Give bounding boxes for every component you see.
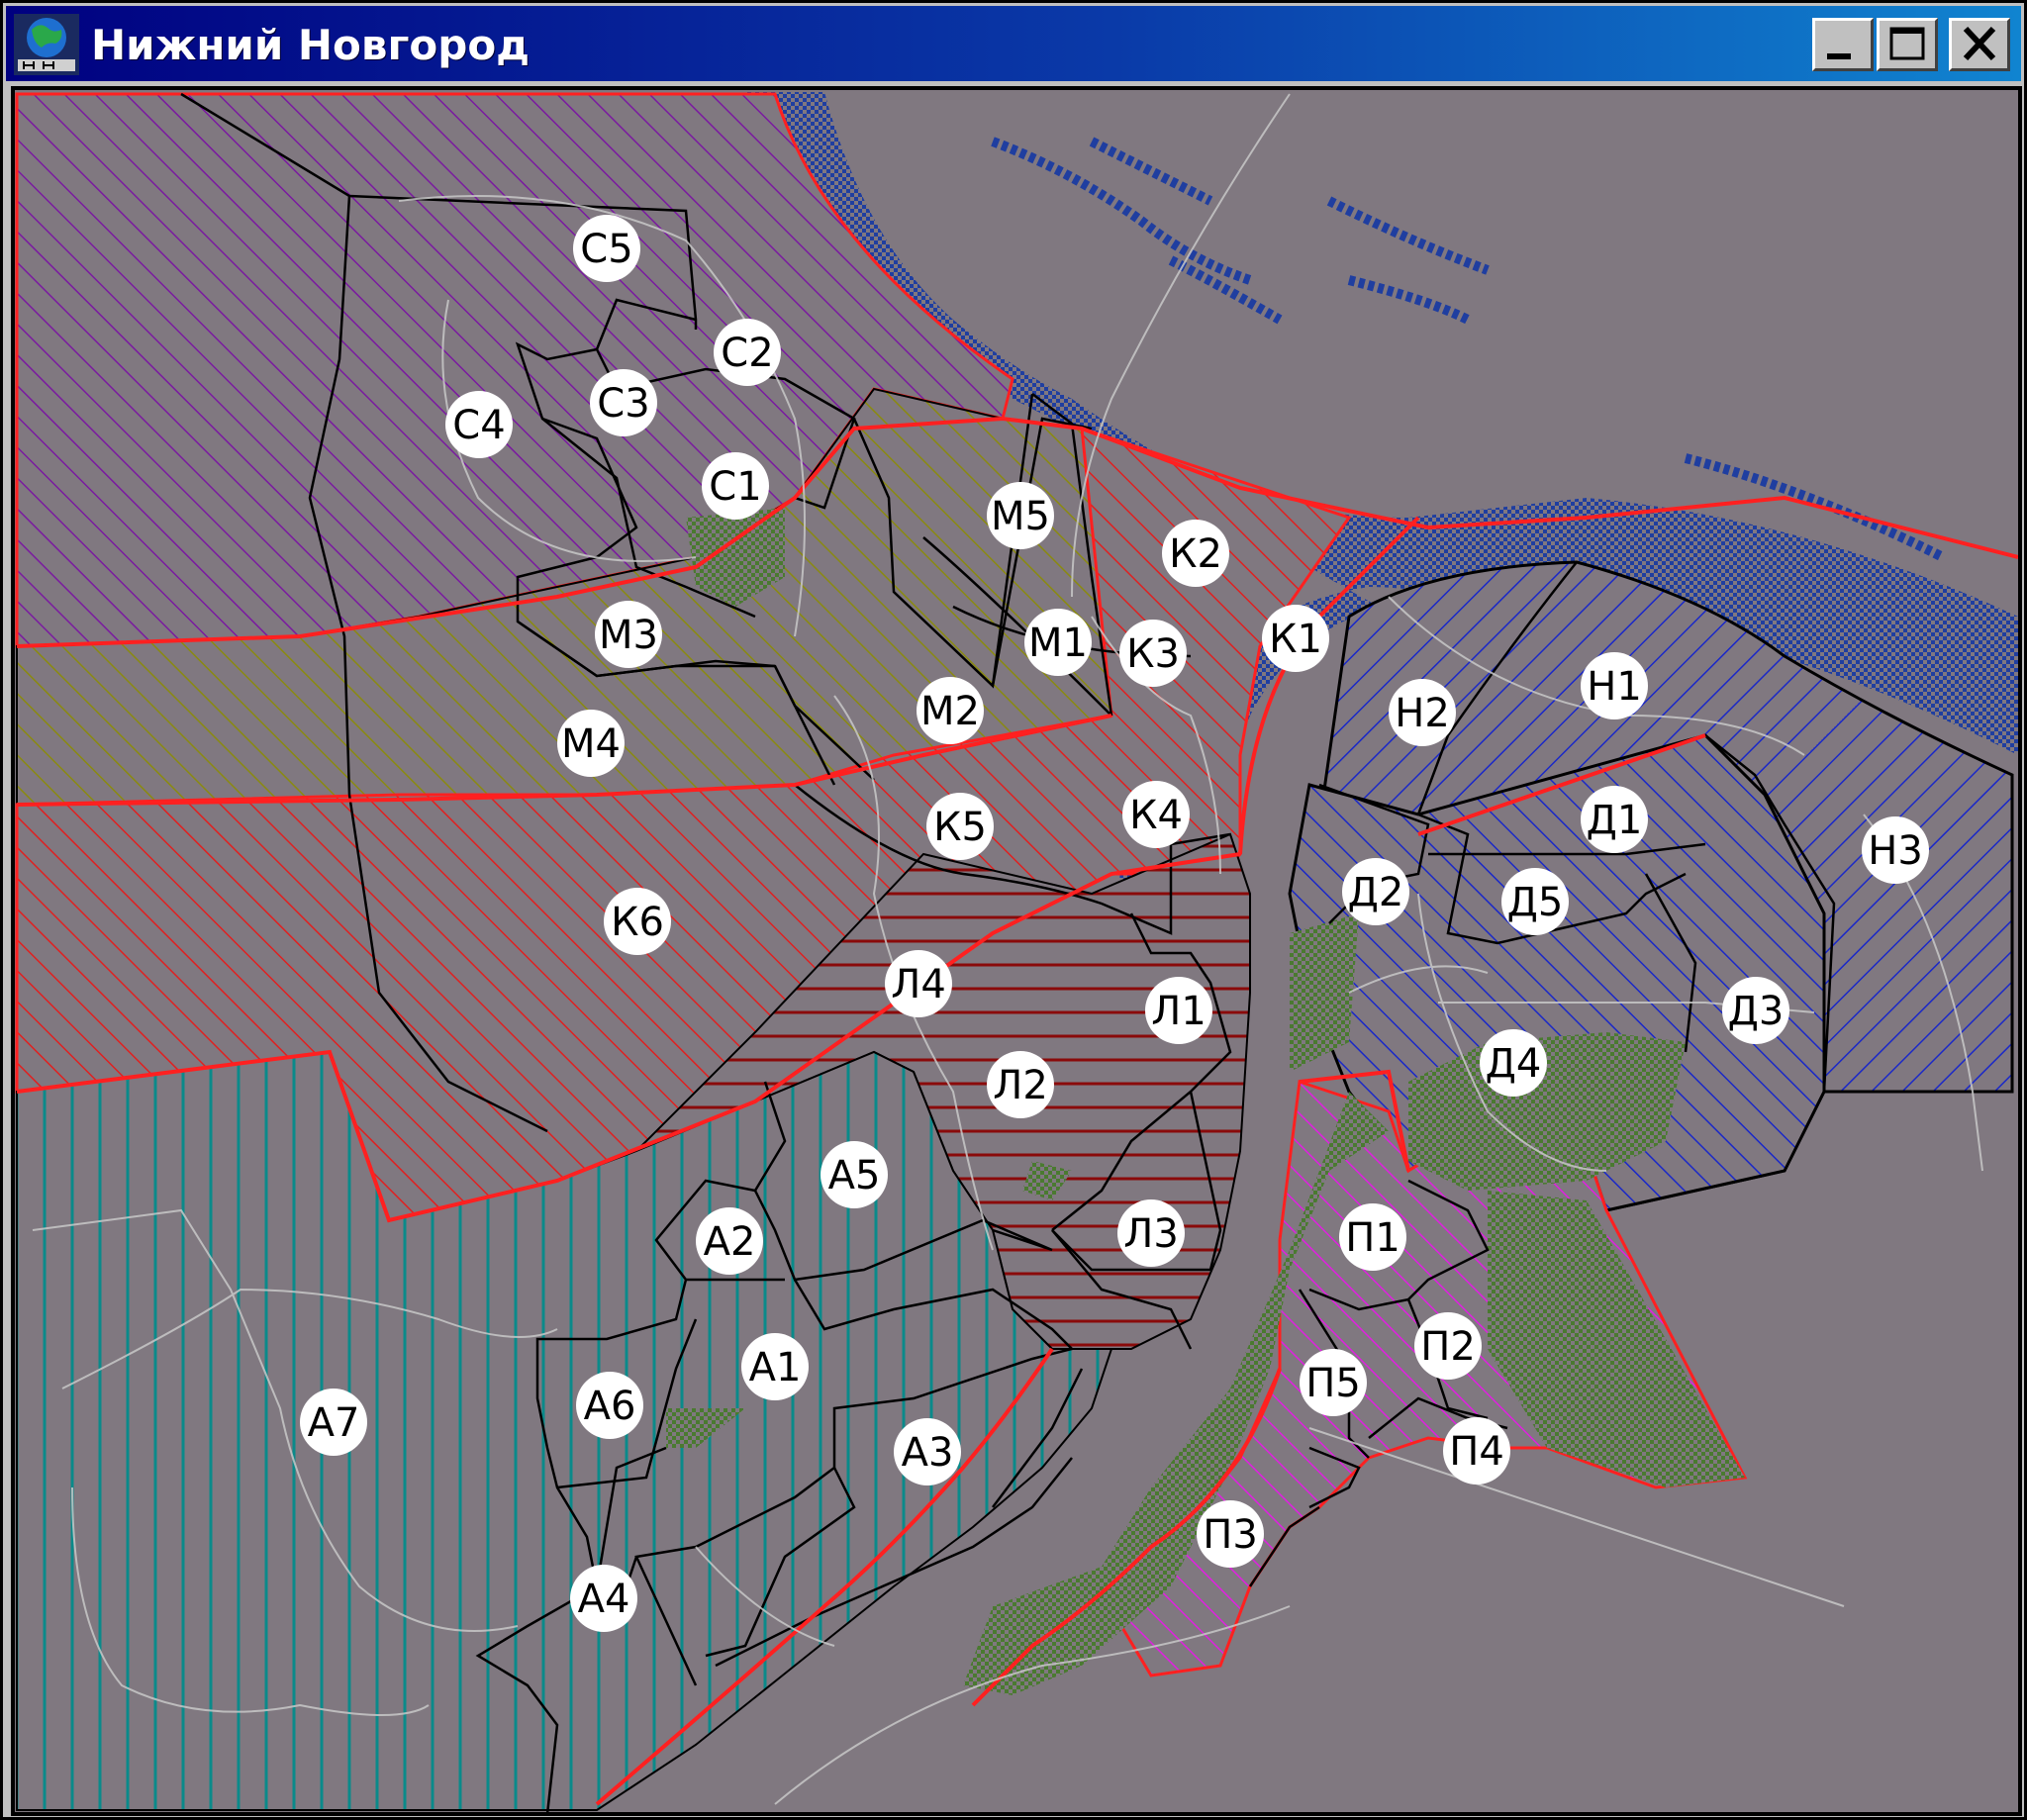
- district-label-А6[interactable]: А6: [576, 1372, 643, 1439]
- district-label-text: А2: [704, 1219, 756, 1265]
- district-label-text: А6: [584, 1384, 636, 1429]
- district-label-text: П4: [1449, 1429, 1504, 1475]
- district-label-text: А5: [828, 1153, 881, 1198]
- district-label-text: Д1: [1587, 798, 1643, 843]
- city-map[interactable]: С5 С2 С3 С4 С1 М5 М3 М1 М2 М4 К2 К1 К3 К4 К5 К6 Н1 Н2 Н3 Д1…: [15, 90, 2018, 1812]
- district-label-С5[interactable]: С5: [573, 215, 640, 282]
- district-label-К1[interactable]: К1: [1262, 605, 1329, 672]
- district-label-П5[interactable]: П5: [1300, 1349, 1367, 1416]
- district-label-М5[interactable]: М5: [987, 482, 1054, 549]
- district-label-К3[interactable]: К3: [1119, 620, 1187, 687]
- district-label-text: М5: [991, 494, 1050, 539]
- district-label-text: П2: [1420, 1324, 1476, 1370]
- window-title: Нижний Новгород: [91, 21, 531, 69]
- district-label-text: Н3: [1868, 828, 1923, 874]
- district-label-text: Л3: [1123, 1211, 1179, 1257]
- district-label-Д4[interactable]: Д4: [1480, 1029, 1547, 1097]
- district-label-text: К1: [1269, 617, 1322, 662]
- district-label-К6[interactable]: К6: [604, 888, 671, 955]
- district-label-text: М4: [561, 721, 621, 767]
- district-label-text: К5: [933, 805, 987, 850]
- district-label-text: Н2: [1395, 691, 1450, 736]
- district-label-П1[interactable]: П1: [1339, 1203, 1406, 1271]
- title-bar[interactable]: Нижний Новгород: [6, 6, 2021, 81]
- district-label-А5[interactable]: А5: [820, 1141, 888, 1208]
- district-label-Н3[interactable]: Н3: [1862, 816, 1929, 884]
- district-label-М1[interactable]: М1: [1024, 609, 1092, 676]
- district-label-С1[interactable]: С1: [702, 452, 769, 520]
- maximize-button[interactable]: [1877, 18, 1938, 71]
- district-label-text: П1: [1345, 1215, 1400, 1261]
- district-label-А4[interactable]: А4: [570, 1565, 637, 1632]
- district-label-text: П3: [1203, 1512, 1258, 1558]
- district-label-К2[interactable]: К2: [1162, 520, 1229, 587]
- district-label-text: А3: [902, 1430, 954, 1476]
- minimize-button[interactable]: [1812, 18, 1874, 71]
- district-label-А1[interactable]: А1: [741, 1333, 809, 1400]
- district-label-text: П5: [1305, 1361, 1361, 1406]
- minimize-icon: [1827, 53, 1851, 59]
- district-label-К4[interactable]: К4: [1122, 781, 1190, 848]
- district-label-К5[interactable]: К5: [926, 793, 994, 860]
- district-label-Д5[interactable]: Д5: [1501, 868, 1569, 935]
- district-label-text: К3: [1126, 631, 1180, 677]
- district-label-text: Н1: [1587, 664, 1642, 710]
- district-label-М4[interactable]: М4: [557, 710, 625, 777]
- district-label-А3[interactable]: А3: [894, 1418, 961, 1485]
- district-label-text: Д4: [1486, 1041, 1542, 1087]
- district-label-Л4[interactable]: Л4: [885, 950, 952, 1017]
- district-label-Л1[interactable]: Л1: [1145, 977, 1212, 1044]
- district-label-С3[interactable]: С3: [590, 369, 657, 436]
- district-label-text: М3: [599, 613, 658, 658]
- district-label-Д1[interactable]: Д1: [1581, 786, 1648, 853]
- district-label-text: Л1: [1151, 989, 1207, 1034]
- district-label-С4[interactable]: С4: [445, 391, 513, 458]
- district-label-А7[interactable]: А7: [300, 1389, 367, 1456]
- district-label-Л3[interactable]: Л3: [1117, 1199, 1185, 1267]
- district-label-text: Д5: [1507, 880, 1564, 925]
- district-label-Н2[interactable]: Н2: [1389, 679, 1456, 746]
- district-label-text: Д3: [1728, 989, 1785, 1034]
- map-view[interactable]: С5 С2 С3 С4 С1 М5 М3 М1 М2 М4 К2 К1 К3 К4 К5 К6 Н1 Н2 Н3 Д1…: [11, 86, 2022, 1816]
- district-label-text: С5: [580, 227, 632, 272]
- close-button[interactable]: [1949, 18, 2010, 71]
- district-label-Д3[interactable]: Д3: [1722, 977, 1789, 1044]
- district-label-text: М2: [920, 689, 980, 734]
- district-label-П2[interactable]: П2: [1414, 1312, 1482, 1380]
- district-label-С2[interactable]: С2: [714, 319, 781, 386]
- district-label-text: А4: [578, 1577, 630, 1622]
- district-label-text: С4: [452, 403, 505, 448]
- district-label-Д2[interactable]: Д2: [1342, 858, 1409, 925]
- district-label-text: К4: [1129, 793, 1183, 838]
- district-label-М2[interactable]: М2: [917, 677, 984, 744]
- district-label-text: Д2: [1348, 870, 1404, 915]
- maximize-icon: [1889, 27, 1925, 60]
- district-label-text: Л4: [891, 962, 946, 1007]
- district-label-text: Л2: [993, 1063, 1048, 1108]
- district-label-text: С1: [709, 464, 761, 510]
- district-label-text: С3: [597, 381, 649, 427]
- district-label-text: К6: [611, 900, 664, 945]
- app-window: Нижний Новгород С5 С2 С3 С4 С1 М5 М3 М1 …: [0, 0, 2027, 1820]
- district-label-П3[interactable]: П3: [1197, 1500, 1264, 1568]
- district-label-М3[interactable]: М3: [595, 601, 662, 668]
- district-label-text: М1: [1028, 621, 1088, 666]
- district-label-text: С2: [721, 331, 773, 376]
- district-label-text: К2: [1169, 531, 1222, 577]
- district-label-П4[interactable]: П4: [1443, 1417, 1510, 1485]
- district-label-text: А7: [308, 1400, 360, 1446]
- globe-icon: [14, 14, 79, 75]
- close-icon: [1963, 26, 1996, 61]
- district-label-Н1[interactable]: Н1: [1581, 652, 1648, 719]
- district-label-Л2[interactable]: Л2: [987, 1051, 1054, 1118]
- district-label-А2[interactable]: А2: [696, 1207, 763, 1275]
- district-label-text: А1: [749, 1345, 802, 1390]
